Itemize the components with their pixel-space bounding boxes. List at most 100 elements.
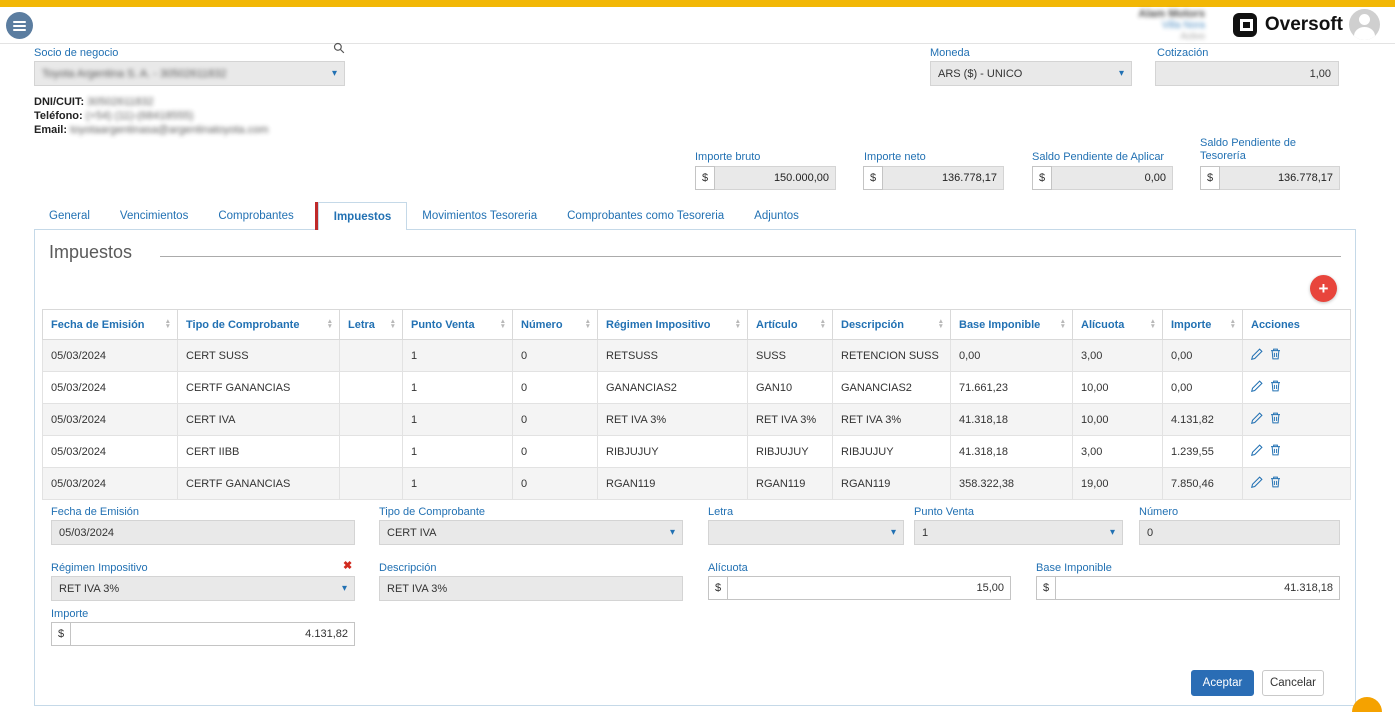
exchange-rate-input[interactable] [1163,62,1331,85]
sort-icon[interactable]: ▲ ▼ [585,318,591,330]
column-articulo[interactable]: ▲ ▼ Artículo [747,309,833,340]
delete-icon[interactable] [1270,444,1281,459]
cell-punto-venta: 1 [402,403,513,436]
sort-icon[interactable]: ▲ ▼ [500,318,506,330]
cancel-button[interactable]: Cancelar [1262,670,1324,696]
table-row[interactable]: 05/03/2024 CERT SUSS 1 0 RETSUSS SUSS RE… [42,339,1351,372]
currency-select[interactable]: ARS ($) - UNICO ▾ [930,61,1132,86]
sort-icon[interactable]: ▲ ▼ [820,318,826,330]
alicuota-input[interactable] [728,577,1010,599]
edit-icon[interactable] [1251,380,1263,395]
cell-punto-venta: 1 [402,435,513,468]
column-alicuota[interactable]: ▲ ▼ Alícuota [1072,309,1163,340]
pending-apply-label: Saldo Pendiente de Aplicar [1032,151,1165,163]
cell-fecha: 05/03/2024 [42,435,178,468]
cell-articulo: GAN10 [747,371,833,404]
search-icon[interactable] [333,42,345,54]
column-fecha-emision[interactable]: ▲ ▼ Fecha de Emisión [42,309,178,340]
column-descripcion[interactable]: ▲ ▼ Descripción [832,309,951,340]
edit-icon[interactable] [1251,476,1263,491]
sort-icon[interactable]: ▲ ▼ [1230,318,1236,330]
tab-movimientos-tesoreria[interactable]: Movimientos Tesoreria [407,202,552,230]
cell-numero: 0 [512,339,598,372]
tab-bar: General Vencimientos Comprobantes Impues… [34,202,1356,230]
punto-venta-select[interactable]: 1 ▾ [914,520,1123,545]
sort-icon[interactable]: ▲ ▼ [390,318,396,330]
punto-venta-value: 1 [922,526,929,539]
partner-select[interactable]: Toyota Argentina S. A. - 30502611832 ▾ [34,61,345,86]
sort-icon[interactable]: ▲ ▼ [1150,318,1156,330]
cell-numero: 0 [512,467,598,500]
cell-alicuota: 10,00 [1072,403,1163,436]
cell-letra [339,403,403,436]
cell-acciones [1242,371,1351,404]
edit-icon[interactable] [1251,412,1263,427]
currency-symbol: $ [1032,166,1052,190]
letra-select[interactable]: ▾ [708,520,904,545]
tab-comprobantes-como-tesoreria[interactable]: Comprobantes como Tesoreria [552,202,739,230]
table-row[interactable]: 05/03/2024 CERT IIBB 1 0 RIBJUJUY RIBJUJ… [42,435,1351,468]
base-imponible-input[interactable] [1056,577,1339,599]
cell-alicuota: 10,00 [1072,371,1163,404]
table-row[interactable]: 05/03/2024 CERTF GANANCIAS 1 0 GANANCIAS… [42,371,1351,404]
user-avatar-icon[interactable] [1349,9,1380,40]
tab-adjuntos[interactable]: Adjuntos [739,202,814,230]
cell-base-imponible: 41.318,18 [950,435,1073,468]
edit-icon[interactable] [1251,348,1263,363]
delete-icon[interactable] [1270,348,1281,363]
chevron-down-icon: ▾ [1109,527,1115,538]
form-numero-label: Número [1139,506,1179,518]
sort-icon[interactable]: ▲ ▼ [938,318,944,330]
delete-icon[interactable] [1270,380,1281,395]
cell-descripcion: GANANCIAS2 [832,371,951,404]
importe-input[interactable] [71,623,354,645]
table-row[interactable]: 05/03/2024 CERTF GANANCIAS 1 0 RGAN119 R… [42,467,1351,500]
tab-vencimientos[interactable]: Vencimientos [105,202,203,230]
brand-name: Oversoft [1264,14,1343,35]
delete-icon[interactable] [1270,412,1281,427]
add-tax-button[interactable]: + [1310,275,1337,302]
cell-alicuota: 3,00 [1072,339,1163,372]
sort-icon[interactable]: ▲ ▼ [165,318,171,330]
cell-importe: 1.239,55 [1162,435,1243,468]
currency-symbol: $ [1036,576,1056,600]
cell-base-imponible: 0,00 [950,339,1073,372]
clear-regimen-icon[interactable]: ✖ [343,559,352,572]
column-base-imponible[interactable]: ▲ ▼ Base Imponible [950,309,1073,340]
sort-icon[interactable]: ▲ ▼ [735,318,741,330]
top-accent-bar [0,0,1395,7]
menu-button[interactable] [6,12,33,39]
currency-symbol: $ [863,166,883,190]
column-regimen-impositivo[interactable]: ▲ ▼ Régimen Impositivo [597,309,748,340]
sort-icon[interactable]: ▲ ▼ [1060,318,1066,330]
tipo-comprobante-select[interactable]: CERT IVA ▾ [379,520,683,545]
column-numero[interactable]: ▲ ▼ Número [512,309,598,340]
sort-icon[interactable]: ▲ ▼ [327,318,333,330]
edit-icon[interactable] [1251,444,1263,459]
cell-numero: 0 [512,435,598,468]
regimen-impositivo-select[interactable]: RET IVA 3% ▾ [51,576,355,601]
exchange-rate-label: Cotización [1157,47,1209,59]
numero-input[interactable] [1147,521,1332,544]
phone-row: Teléfono: (+54) (11)-(68418555) [34,110,193,122]
chevron-down-icon: ▾ [331,68,337,79]
pending-treasury-field: $ 136.778,17 [1200,166,1340,190]
accept-button[interactable]: Aceptar [1191,670,1254,696]
cell-letra [339,435,403,468]
column-letra[interactable]: ▲ ▼ Letra [339,309,403,340]
cell-letra [339,339,403,372]
column-importe[interactable]: ▲ ▼ Importe [1162,309,1243,340]
column-punto-venta[interactable]: ▲ ▼ Punto Venta [402,309,513,340]
tab-impuestos[interactable]: Impuestos [317,202,408,230]
delete-icon[interactable] [1270,476,1281,491]
column-tipo-comprobante[interactable]: ▲ ▼ Tipo de Comprobante [177,309,340,340]
tab-general[interactable]: General [34,202,105,230]
fecha-emision-input[interactable] [59,521,347,544]
cell-tipo: CERT SUSS [177,339,340,372]
floating-action-button[interactable] [1352,697,1382,712]
tab-comprobantes[interactable]: Comprobantes [203,202,308,230]
table-row[interactable]: 05/03/2024 CERT IVA 1 0 RET IVA 3% RET I… [42,403,1351,436]
dni-label: DNI/CUIT: [34,96,85,108]
currency-symbol: $ [51,622,71,646]
cell-base-imponible: 71.661,23 [950,371,1073,404]
